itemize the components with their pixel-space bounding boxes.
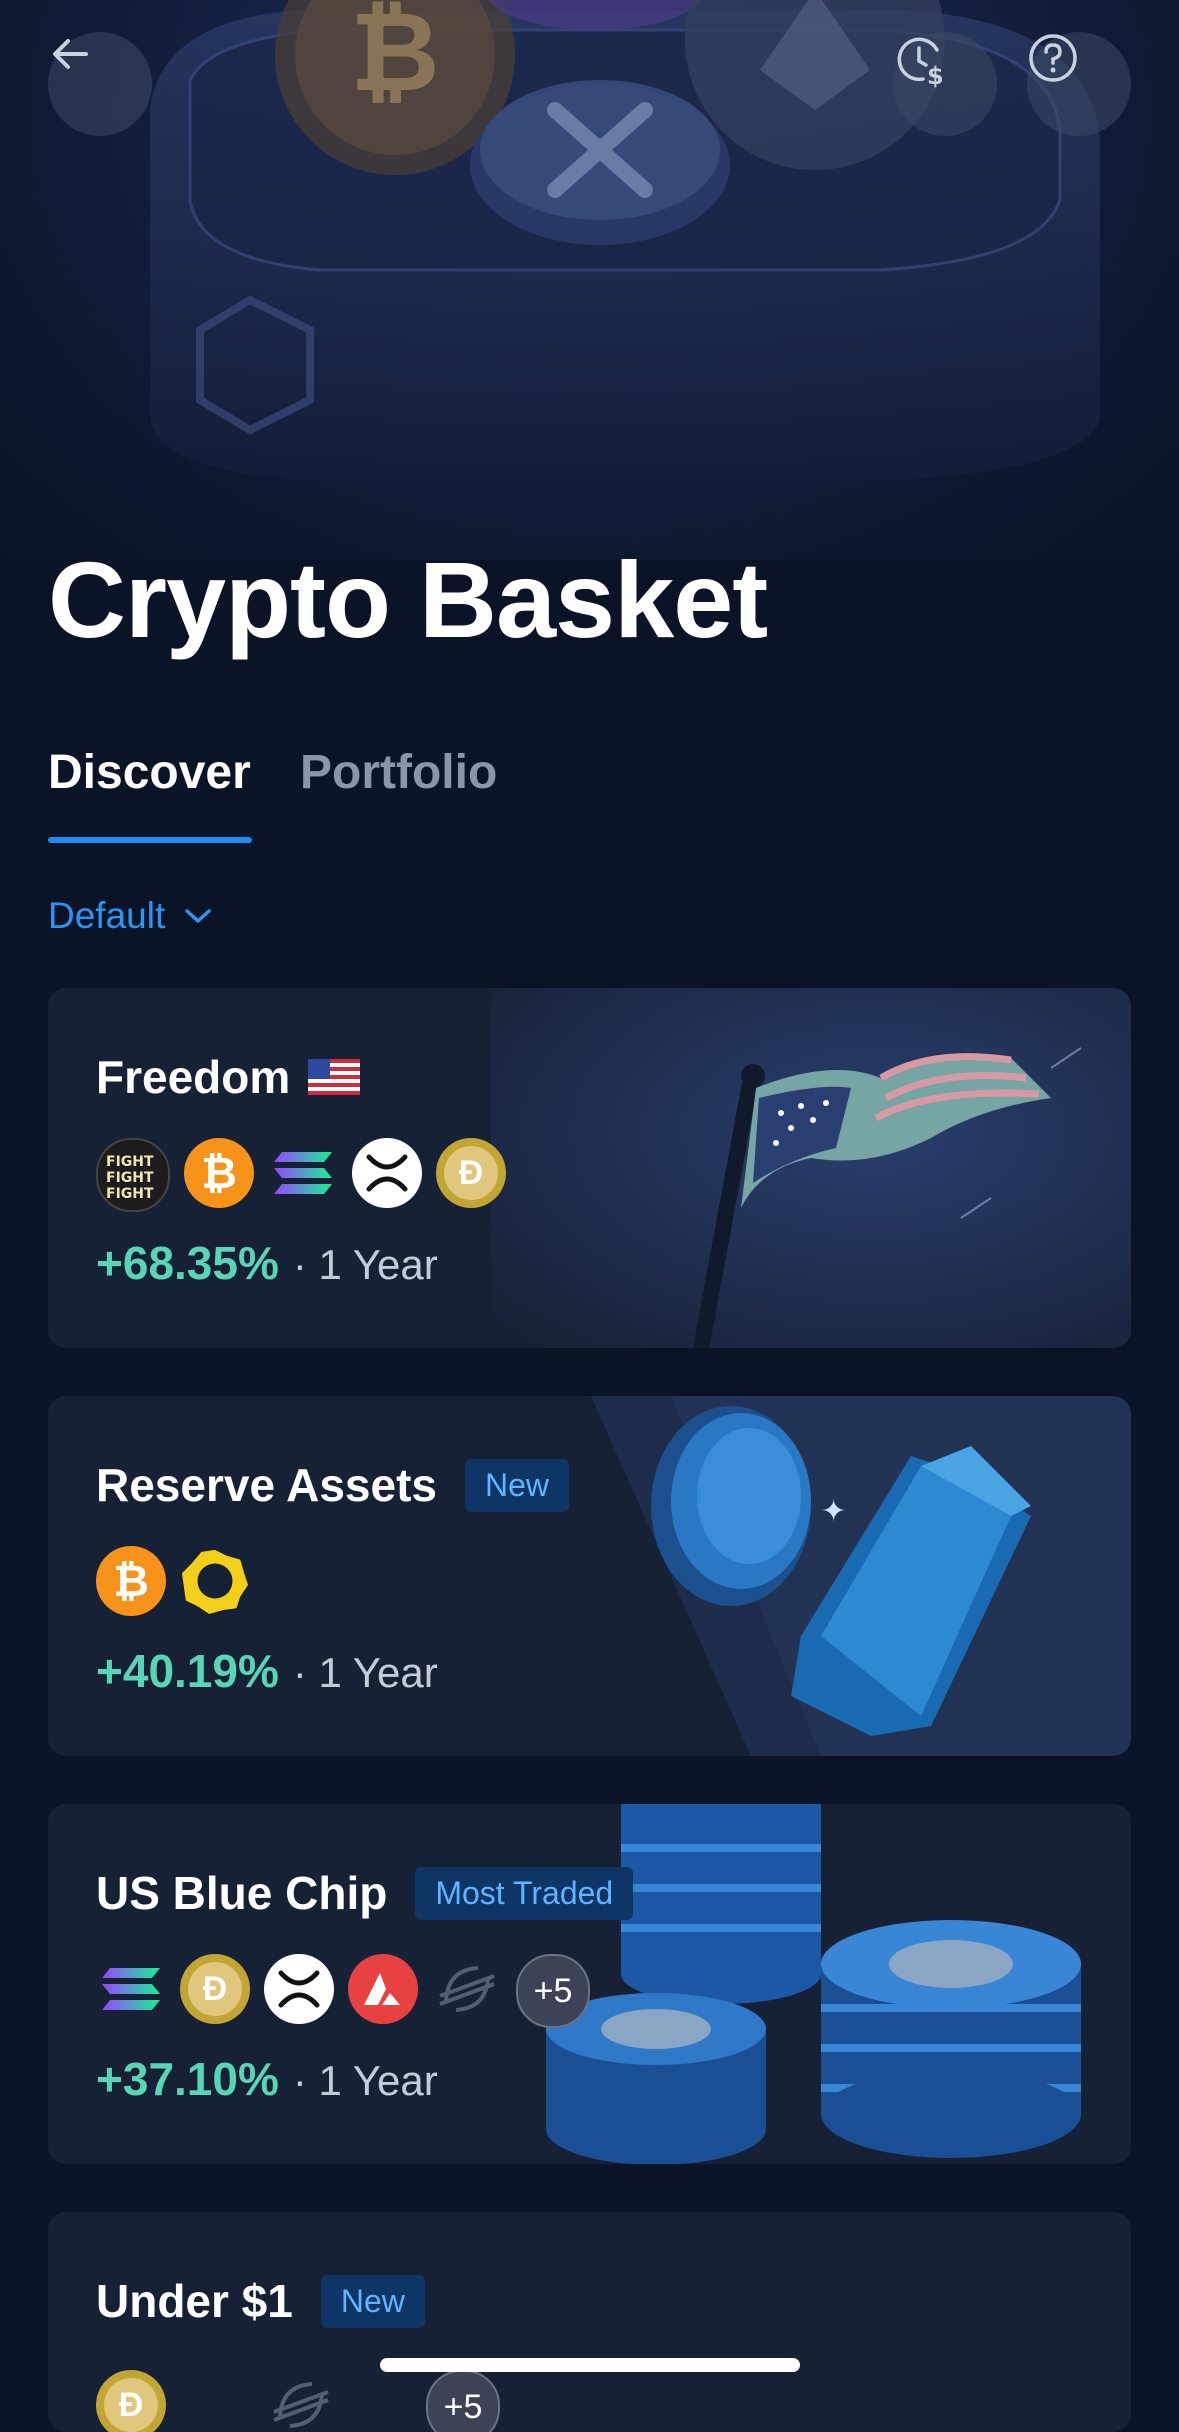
coin-list: Ð +5 xyxy=(96,1954,590,2028)
fight-icon: FIGHT FIGHT FIGHT xyxy=(96,1138,170,1212)
solana-icon xyxy=(268,1138,338,1208)
tab-discover[interactable]: Discover xyxy=(48,745,251,800)
new-badge: New xyxy=(320,2274,425,2328)
more-coins-count: +5 xyxy=(516,1954,590,2028)
basket-name: Freedom xyxy=(96,1051,291,1103)
basket-title: Freedom xyxy=(96,1050,361,1104)
stellar-icon xyxy=(432,1954,502,2024)
performance-percent: +40.19% xyxy=(96,1645,279,1697)
chip-stack-right xyxy=(821,1920,1081,2158)
basket-card-reserve-assets[interactable]: ✦ Reserve Assets New ₿ +40.19% · 1 Year xyxy=(48,1396,1131,1756)
coin-list: ₿ xyxy=(96,1546,250,1616)
bitcoin-icon: ₿ xyxy=(184,1138,254,1208)
dogecoin-icon: Ð xyxy=(436,1138,506,1208)
basket-title: US Blue Chip Most Traded xyxy=(96,1866,634,1920)
home-indicator xyxy=(380,2358,800,2372)
arrow-left-icon xyxy=(53,39,88,69)
hero-banner: ₿ $ xyxy=(0,0,1179,560)
performance-percent: +68.35% xyxy=(96,1237,279,1289)
coin-list: Ð +5 xyxy=(96,2370,500,2432)
more-coins-count: +5 xyxy=(426,2370,500,2432)
chevron-down-icon xyxy=(185,909,211,923)
solana-icon xyxy=(96,1954,166,2024)
basket-name: US Blue Chip xyxy=(96,1867,388,1919)
basket-title: Under $1 New xyxy=(96,2274,425,2328)
performance-period: · 1 Year xyxy=(292,1241,438,1288)
dogecoin-icon: Ð xyxy=(180,1954,250,2024)
stellar-icon xyxy=(266,2370,336,2432)
page-title: Crypto Basket xyxy=(48,539,768,660)
help-button[interactable] xyxy=(1027,32,1131,136)
sort-dropdown[interactable]: Default xyxy=(48,895,213,937)
chip-stack-back xyxy=(621,1804,821,2004)
flag-illustration xyxy=(491,988,1131,1348)
performance: +40.19% · 1 Year xyxy=(96,1644,438,1698)
clock-dollar-icon: $ xyxy=(897,37,944,88)
xrp-icon xyxy=(352,1138,422,1208)
svg-text:FIGHT: FIGHT xyxy=(106,1170,154,1186)
basket-name: Reserve Assets xyxy=(96,1459,437,1511)
basket-title: Reserve Assets New xyxy=(96,1458,569,1512)
avalanche-icon xyxy=(348,1954,418,2024)
most-traded-badge: Most Traded xyxy=(415,1866,634,1920)
performance-period: · 1 Year xyxy=(292,2057,438,2104)
basket-card-freedom[interactable]: Freedom FIGHT FIGHT FIGHT ₿ Ð +68.35% · … xyxy=(48,988,1131,1348)
paxg-icon xyxy=(180,1546,250,1616)
back-button[interactable] xyxy=(48,32,152,136)
svg-text:₿: ₿ xyxy=(350,0,440,116)
question-icon xyxy=(1029,34,1077,82)
performance-period: · 1 Year xyxy=(292,1649,438,1696)
svg-text:✦: ✦ xyxy=(821,1495,846,1528)
active-tab-indicator xyxy=(48,837,252,843)
new-badge: New xyxy=(464,1458,569,1512)
history-button[interactable]: $ xyxy=(893,32,997,136)
svg-text:FIGHT: FIGHT xyxy=(106,1154,154,1170)
svg-text:FIGHT: FIGHT xyxy=(106,1186,154,1202)
basket-card-under-1[interactable]: Under $1 New Ð +5 xyxy=(48,2212,1131,2432)
reserve-illustration: ✦ xyxy=(591,1396,1131,1756)
basket-card-us-blue-chip[interactable]: US Blue Chip Most Traded Ð +5 +37.10% · … xyxy=(48,1804,1131,2164)
xrp-icon xyxy=(264,1954,334,2024)
basket-name: Under $1 xyxy=(96,2275,293,2327)
us-flag-icon xyxy=(308,1059,361,1095)
tab-portfolio[interactable]: Portfolio xyxy=(300,745,497,800)
dogecoin-icon: Ð xyxy=(96,2370,166,2432)
svg-text:$: $ xyxy=(927,62,944,88)
coin-list: FIGHT FIGHT FIGHT ₿ Ð xyxy=(96,1138,506,1212)
sort-label: Default xyxy=(48,895,166,936)
performance: +37.10% · 1 Year xyxy=(96,2052,438,2106)
performance: +68.35% · 1 Year xyxy=(96,1236,438,1290)
performance-percent: +37.10% xyxy=(96,2053,279,2105)
basket-illustration: ₿ xyxy=(150,0,1100,480)
bitcoin-icon: ₿ xyxy=(96,1546,166,1616)
